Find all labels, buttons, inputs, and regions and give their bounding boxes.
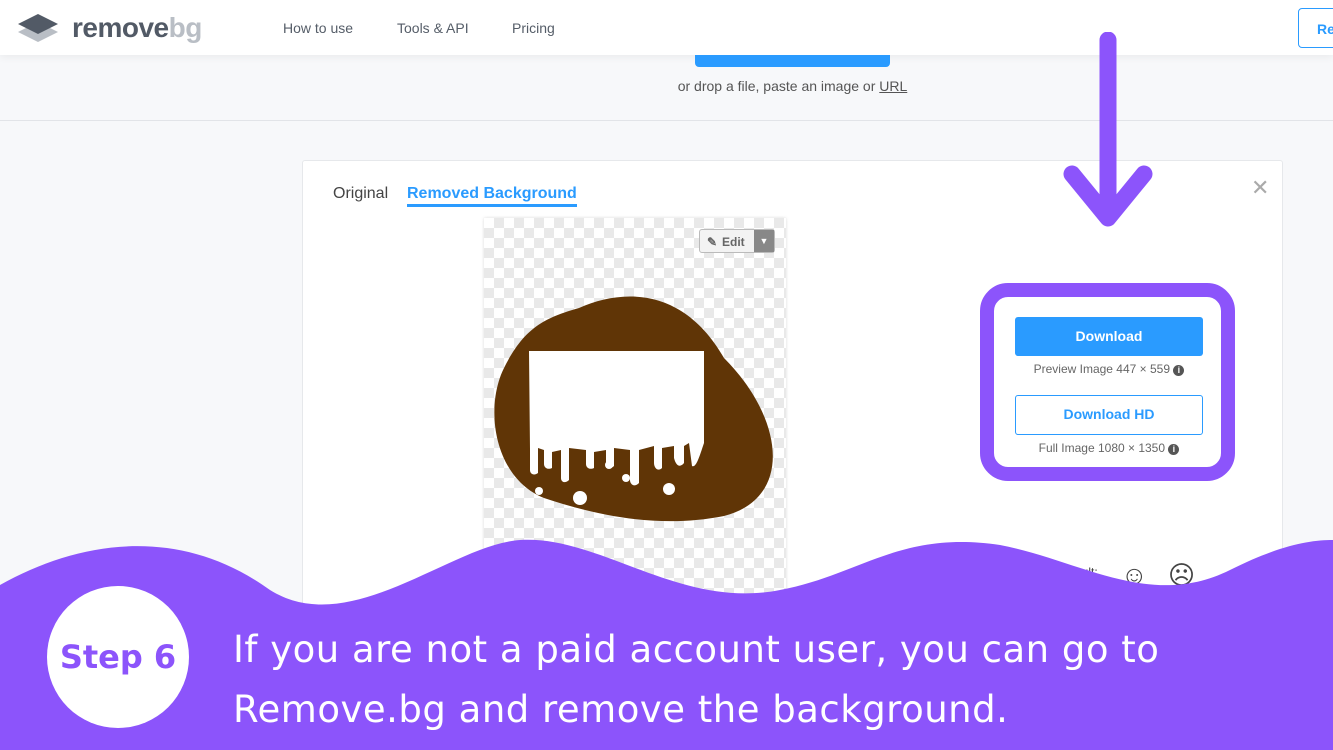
step-badge: Step 6 <box>47 586 189 728</box>
step-message: If you are not a paid account user, you … <box>233 628 1160 731</box>
